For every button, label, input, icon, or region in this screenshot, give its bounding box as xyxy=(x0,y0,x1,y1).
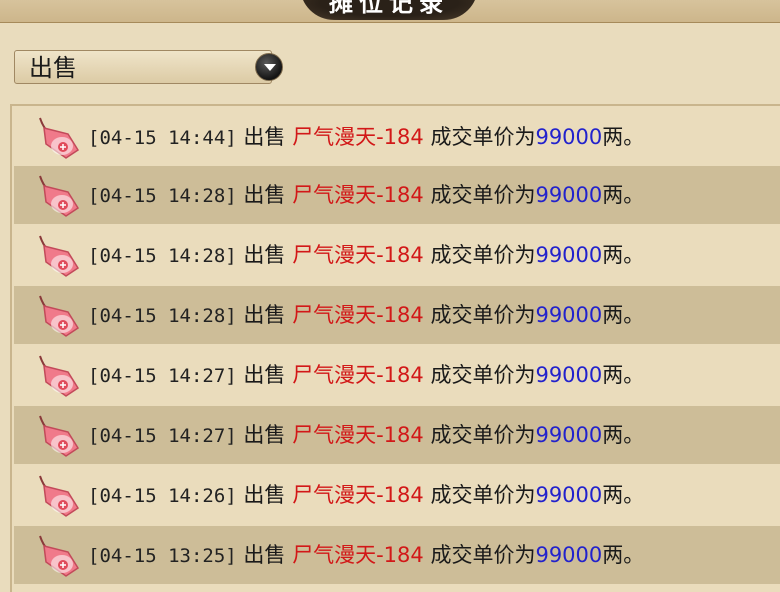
record-action: 出售 xyxy=(243,423,286,447)
record-action: 出售 xyxy=(243,243,286,267)
record-unit: 两。 xyxy=(602,243,645,267)
record-row[interactable]: [04-15 14:44] 出售 尸气漫天-184 成交单价为99000两。 xyxy=(14,108,780,166)
record-unit: 两。 xyxy=(602,303,645,327)
record-row[interactable]: [04-15 14:27] 出售 尸气漫天-184 成交单价为99000两。 xyxy=(14,346,780,404)
record-time: [04-15 14:28] xyxy=(88,185,237,207)
record-item-name[interactable]: 尸气漫天-184 xyxy=(292,483,424,507)
record-price: 99000 xyxy=(535,483,603,507)
record-time: [04-15 14:27] xyxy=(88,425,237,447)
chevron-down-icon[interactable] xyxy=(255,53,283,81)
record-price: 99000 xyxy=(535,243,603,267)
record-text: [04-15 14:44] 出售 尸气漫天-184 成交单价为99000两。 xyxy=(88,108,644,166)
record-price-label: 成交单价为 xyxy=(430,183,536,207)
pink-tag-icon xyxy=(39,117,80,159)
record-price-label: 成交单价为 xyxy=(430,363,536,387)
pink-tag-icon xyxy=(39,175,80,217)
record-item-name[interactable]: 尸气漫天-184 xyxy=(292,363,424,387)
record-time: [04-15 14:27] xyxy=(88,365,237,387)
record-action: 出售 xyxy=(243,125,286,149)
record-unit: 两。 xyxy=(602,363,645,387)
record-unit: 两。 xyxy=(602,423,645,447)
record-text: [04-15 14:28] 出售 尸气漫天-184 成交单价为99000两。 xyxy=(88,166,644,224)
record-text: [04-15 14:28] 出售 尸气漫天-184 成交单价为99000两。 xyxy=(88,226,644,284)
record-price-label: 成交单价为 xyxy=(430,125,536,149)
window-title: 摊位记录 xyxy=(329,0,449,17)
record-unit: 两。 xyxy=(602,125,645,149)
record-row[interactable]: [04-15 13:25] 出售 尸气漫天-184 成交单价为99000两。 xyxy=(14,526,780,584)
record-price-label: 成交单价为 xyxy=(430,483,536,507)
record-action: 出售 xyxy=(243,363,286,387)
filter-selected-value: 出售 xyxy=(29,54,77,82)
record-row[interactable]: [04-15 14:26] 出售 尸气漫天-184 成交单价为99000两。 xyxy=(14,466,780,524)
record-price-label: 成交单价为 xyxy=(430,303,536,327)
record-time: [04-15 13:25] xyxy=(88,545,237,567)
record-time: [04-15 14:28] xyxy=(88,305,237,327)
record-price-label: 成交单价为 xyxy=(430,423,536,447)
record-action: 出售 xyxy=(243,183,286,207)
record-row[interactable]: [04-15 14:27] 出售 尸气漫天-184 成交单价为99000两。 xyxy=(14,406,780,464)
pink-tag-icon xyxy=(39,415,80,457)
record-row[interactable]: [04-15 14:28] 出售 尸气漫天-184 成交单价为99000两。 xyxy=(14,166,780,224)
record-price: 99000 xyxy=(535,543,603,567)
record-price: 99000 xyxy=(535,423,603,447)
record-text: [04-15 14:26] 出售 尸气漫天-184 成交单价为99000两。 xyxy=(88,466,644,524)
record-text: [04-15 14:27] 出售 尸气漫天-184 成交单价为99000两。 xyxy=(88,406,644,464)
type-filter-dropdown[interactable]: 出售 xyxy=(14,50,283,84)
record-time: [04-15 14:28] xyxy=(88,245,237,267)
record-time: [04-15 14:26] xyxy=(88,485,237,507)
record-row[interactable]: [04-15 14:28] 出售 尸气漫天-184 成交单价为99000两。 xyxy=(14,226,780,284)
record-text: [04-15 13:25] 出售 尸气漫天-184 成交单价为99000两。 xyxy=(88,526,644,584)
record-price-label: 成交单价为 xyxy=(430,543,536,567)
record-unit: 两。 xyxy=(602,183,645,207)
record-action: 出售 xyxy=(243,483,286,507)
record-unit: 两。 xyxy=(602,543,645,567)
record-action: 出售 xyxy=(243,303,286,327)
record-item-name[interactable]: 尸气漫天-184 xyxy=(292,183,424,207)
record-item-name[interactable]: 尸气漫天-184 xyxy=(292,303,424,327)
record-row[interactable]: [04-15 14:28] 出售 尸气漫天-184 成交单价为99000两。 xyxy=(14,286,780,344)
record-action: 出售 xyxy=(243,543,286,567)
pink-tag-icon xyxy=(39,355,80,397)
record-text: [04-15 14:27] 出售 尸气漫天-184 成交单价为99000两。 xyxy=(88,346,644,404)
pink-tag-icon xyxy=(39,295,80,337)
record-time: [04-15 14:44] xyxy=(88,127,237,149)
record-text: [04-15 14:28] 出售 尸气漫天-184 成交单价为99000两。 xyxy=(88,286,644,344)
record-unit: 两。 xyxy=(602,483,645,507)
pink-tag-icon xyxy=(39,535,80,577)
record-price: 99000 xyxy=(535,303,603,327)
pink-tag-icon xyxy=(39,475,80,517)
record-item-name[interactable]: 尸气漫天-184 xyxy=(292,125,424,149)
record-price: 99000 xyxy=(535,183,603,207)
record-item-name[interactable]: 尸气漫天-184 xyxy=(292,423,424,447)
record-price-label: 成交单价为 xyxy=(430,243,536,267)
record-price: 99000 xyxy=(535,363,603,387)
record-item-name[interactable]: 尸气漫天-184 xyxy=(292,543,424,567)
pink-tag-icon xyxy=(39,235,80,277)
record-item-name[interactable]: 尸气漫天-184 xyxy=(292,243,424,267)
record-price: 99000 xyxy=(535,125,603,149)
